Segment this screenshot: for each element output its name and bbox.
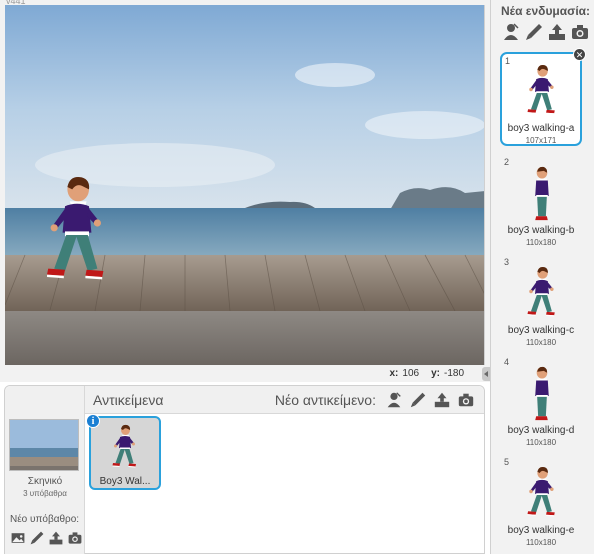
new-sprite-label: Νέο αντικείμενο: — [274, 392, 376, 408]
sprites-header: Αντικείμενα Νέο αντικείμενο: — [85, 386, 484, 414]
info-icon[interactable]: i — [86, 414, 100, 428]
camera-sprite-icon[interactable] — [456, 390, 476, 410]
upload-sprite-icon[interactable] — [432, 390, 452, 410]
new-costume-tools — [501, 22, 590, 42]
costume-size: 107x171 — [525, 136, 557, 145]
new-costume-label: Νέα ενδυμασία: — [501, 4, 591, 18]
costume-item-2[interactable]: 2 boy3 walking-b 110x180 — [500, 154, 582, 248]
brush-icon[interactable] — [29, 530, 45, 546]
paint-costume-icon[interactable] — [524, 22, 544, 42]
mouse-coordinates: x: 106 y: -180 — [389, 368, 472, 379]
camera-icon[interactable] — [67, 530, 83, 546]
sprites-pane: Σκηνικό 3 υπόβαθρα Νέο υπόβαθρο: Αντικεί… — [4, 385, 485, 554]
new-backdrop-label: Νέο υπόβαθρο: — [10, 514, 80, 525]
costume-thumbnail — [527, 266, 555, 317]
costume-item-4[interactable]: 4 boy3 walking-d 110x180 — [500, 354, 582, 448]
delete-costume-icon[interactable]: ✕ — [573, 48, 586, 61]
costume-name: boy3 walking-d — [507, 425, 575, 436]
costumes-pane: Νέα ενδυμασία: 1 boy3 walking-a 107x171 … — [490, 0, 594, 554]
y-value: -180 — [443, 368, 464, 379]
stage-name: Σκηνικό — [27, 476, 63, 487]
upload-costume-icon[interactable] — [547, 22, 567, 42]
camera-costume-icon[interactable] — [570, 22, 590, 42]
collapse-stage-tab[interactable] — [482, 367, 490, 381]
sprite-library-icon[interactable] — [384, 390, 404, 410]
stage-backdrop-count: 3 υπόβαθρα — [23, 489, 67, 498]
image-icon[interactable] — [10, 530, 26, 546]
costume-number: 1 — [505, 56, 511, 66]
costume-thumbnail — [535, 366, 549, 421]
costume-item-3[interactable]: 3 boy3 walking-c 110x180 — [500, 254, 582, 348]
costume-library-icon[interactable] — [501, 22, 521, 42]
sprite-tile[interactable]: Boy3 Wal... — [89, 416, 161, 490]
x-label: x: — [389, 368, 399, 379]
sprite-thumbnail — [112, 424, 136, 468]
costume-thumbnail — [527, 466, 555, 517]
stage-column: Σκηνικό 3 υπόβαθρα Νέο υπόβαθρο: — [5, 386, 85, 554]
costume-number: 3 — [504, 257, 510, 267]
costume-thumbnail — [527, 64, 555, 115]
costume-number: 5 — [504, 457, 510, 467]
costume-name: boy3 walking-c — [507, 325, 575, 336]
sprites-title: Αντικείμενα — [93, 392, 164, 408]
costume-item-5[interactable]: 5 boy3 walking-e 110x180 — [500, 454, 582, 548]
costume-size: 110x180 — [525, 438, 557, 447]
costume-item-1[interactable]: 1 boy3 walking-a 107x171 ✕ — [500, 48, 586, 146]
promenade — [5, 311, 484, 365]
costume-number: 4 — [504, 357, 510, 367]
x-value: 106 — [402, 368, 420, 379]
costume-name: boy3 walking-a — [507, 123, 575, 134]
stage-canvas[interactable] — [5, 5, 485, 365]
costume-size: 110x180 — [525, 238, 557, 247]
costume-size: 110x180 — [525, 338, 557, 347]
paint-sprite-icon[interactable] — [408, 390, 428, 410]
costume-thumbnail — [535, 166, 549, 221]
y-label: y: — [431, 368, 440, 379]
costume-number: 2 — [504, 157, 510, 167]
sprite-tile-label: Boy3 Wal... — [99, 476, 151, 487]
costume-size: 110x180 — [525, 538, 557, 547]
upload-icon[interactable] — [48, 530, 64, 546]
new-backdrop-tools — [10, 530, 83, 546]
stage-area: v441 x: 106 y: -180 — [0, 0, 490, 382]
costume-name: boy3 walking-b — [507, 225, 575, 236]
boardwalk — [5, 255, 484, 313]
costume-name: boy3 walking-e — [507, 525, 575, 536]
stage-thumbnail[interactable] — [9, 419, 79, 471]
